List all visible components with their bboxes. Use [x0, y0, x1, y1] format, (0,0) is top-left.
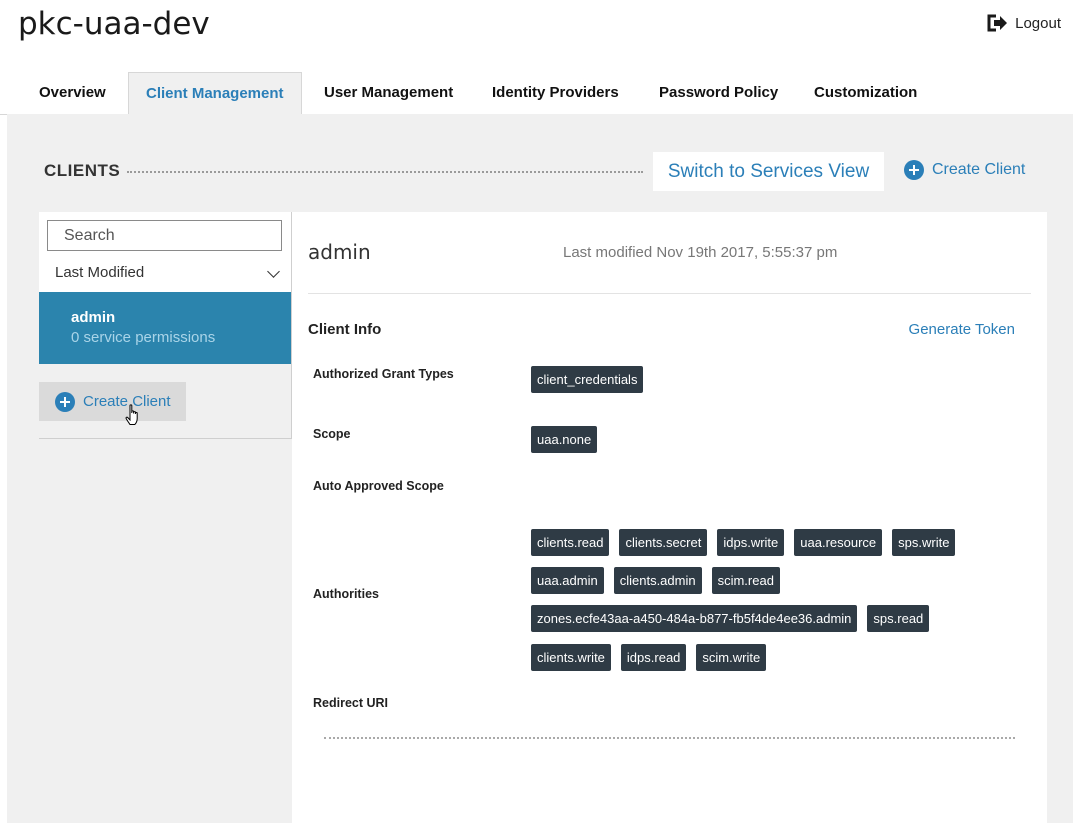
hand-cursor-icon: [125, 404, 141, 431]
app-title: pkc-uaa-dev: [18, 6, 210, 42]
tab-user-management[interactable]: User Management: [307, 72, 470, 113]
redirect-uri-label: Redirect URI: [313, 696, 389, 710]
redirect-uri-divider: [324, 737, 1015, 739]
create-client-label: Create Client: [932, 161, 1026, 178]
client-info-heading: Client Info: [308, 321, 382, 338]
authority-tag: clients.read: [531, 529, 610, 556]
search-input[interactable]: [47, 220, 282, 251]
authorities-label: Authorities: [313, 587, 379, 601]
client-list-panel: Last Modified admin 0 service permission…: [39, 212, 292, 439]
plus-circle-icon: [904, 160, 924, 180]
tab-password-policy[interactable]: Password Policy: [642, 72, 795, 113]
auto-approved-scope-label: Auto Approved Scope: [313, 479, 444, 493]
authority-tag: clients.write: [531, 644, 611, 671]
authority-tag: uaa.admin: [531, 567, 604, 594]
authority-tag: sps.write: [892, 529, 956, 556]
last-modified-text: Last modified Nov 19th 2017, 5:55:37 pm: [563, 244, 838, 261]
authority-tag: uaa.resource: [794, 529, 883, 556]
authority-tag: scim.write: [696, 644, 767, 671]
create-client-button[interactable]: Create Client: [39, 382, 186, 421]
client-detail-name: admin: [308, 240, 371, 264]
client-detail-panel: admin Last modified Nov 19th 2017, 5:55:…: [292, 212, 1047, 823]
authority-tag: idps.write: [717, 529, 785, 556]
authority-tag: idps.read: [620, 644, 687, 671]
scope-tags: uaa.none: [531, 426, 598, 453]
logout-icon: [987, 14, 1008, 32]
chevron-down-icon: [267, 265, 280, 278]
authorities-row-4: clients.write idps.read scim.write: [531, 644, 767, 671]
divider: [308, 293, 1031, 294]
tab-identity-providers[interactable]: Identity Providers: [475, 72, 636, 113]
logout-button[interactable]: Logout: [987, 14, 1061, 32]
authority-tag: scim.read: [711, 567, 780, 594]
authority-tag: clients.admin: [613, 567, 702, 594]
generate-token-link[interactable]: Generate Token: [909, 321, 1015, 338]
logout-label: Logout: [1015, 14, 1061, 32]
client-item-name: admin: [71, 309, 116, 326]
grant-types-label: Authorized Grant Types: [313, 367, 454, 381]
client-list-item[interactable]: admin 0 service permissions: [39, 292, 291, 364]
switch-to-services-view-button[interactable]: Switch to Services View: [653, 152, 884, 191]
tab-customization[interactable]: Customization: [797, 72, 934, 113]
tab-overview[interactable]: Overview: [22, 72, 123, 113]
plus-circle-icon: [55, 391, 75, 412]
clients-heading: CLIENTS: [44, 161, 121, 180]
grant-types-tags: client_credentials: [531, 366, 644, 393]
scope-tag: uaa.none: [531, 426, 598, 453]
authority-tag: clients.secret: [619, 529, 708, 556]
create-client-header-button[interactable]: Create Client: [904, 160, 1025, 180]
main-content: CLIENTS Switch to Services View Create C…: [7, 114, 1073, 823]
heading-divider: [127, 171, 643, 173]
main-tabs: Overview Client Management User Manageme…: [0, 72, 1073, 115]
authorities-row-1: clients.read clients.secret idps.write u…: [531, 529, 956, 556]
authority-tag: sps.read: [867, 605, 930, 632]
scope-label: Scope: [313, 427, 351, 441]
tab-client-management[interactable]: Client Management: [128, 72, 302, 114]
authority-tag: zones.ecfe43aa-a450-484a-b877-fb5f4de4ee…: [531, 605, 858, 632]
sort-dropdown[interactable]: Last Modified: [55, 264, 280, 281]
authorities-row-3: zones.ecfe43aa-a450-484a-b877-fb5f4de4ee…: [531, 605, 930, 632]
sort-label: Last Modified: [55, 264, 145, 281]
grant-type-tag: client_credentials: [531, 366, 644, 393]
authorities-row-2: uaa.admin clients.admin scim.read: [531, 567, 780, 594]
client-item-permissions: 0 service permissions: [71, 329, 216, 346]
